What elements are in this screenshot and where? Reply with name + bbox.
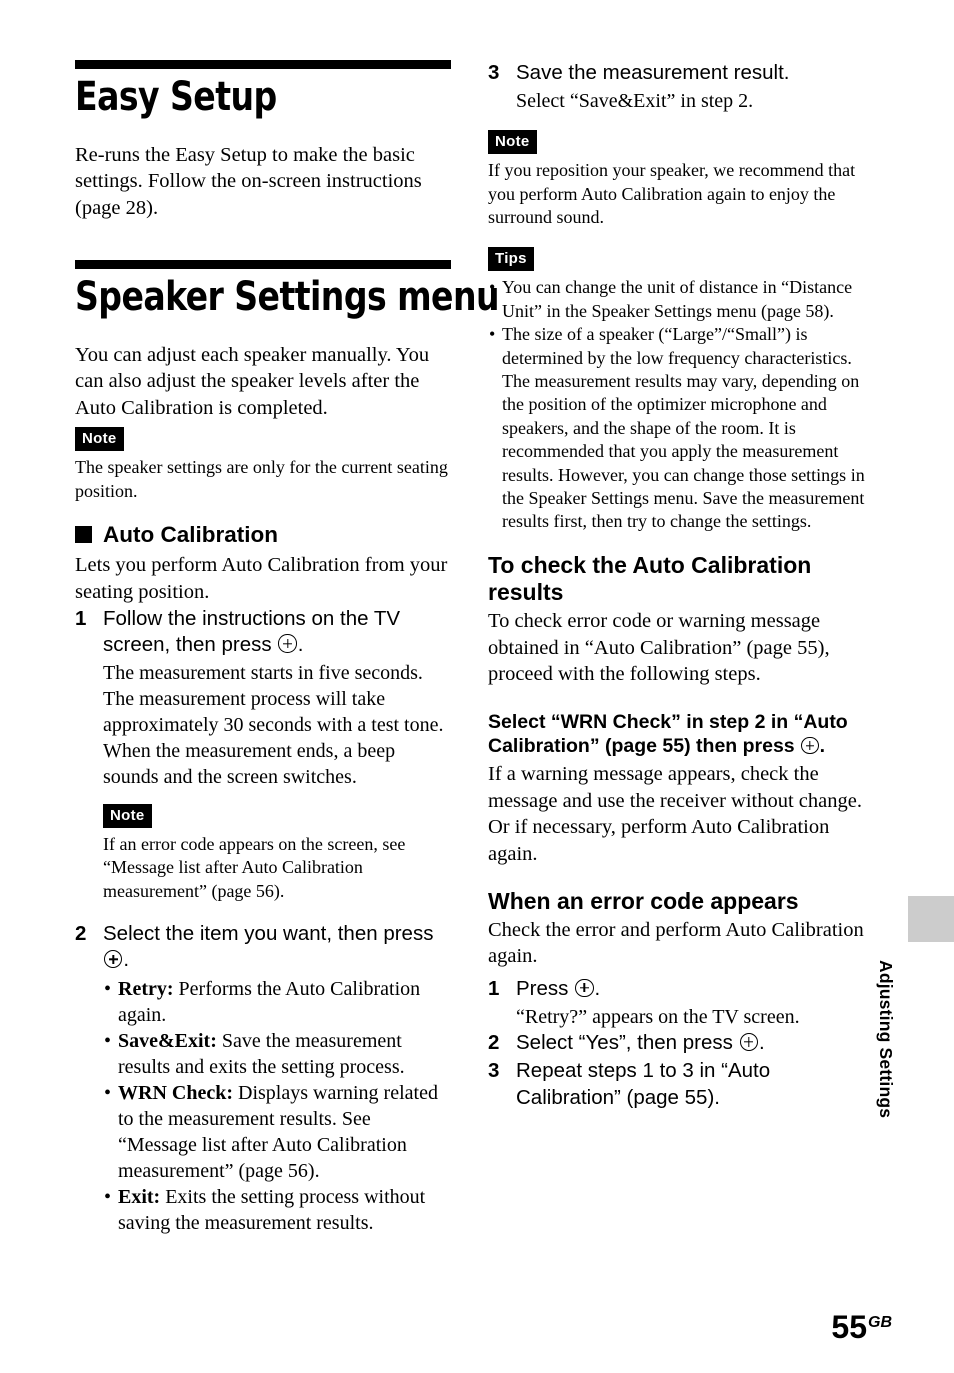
note-badge: Note [103,803,152,828]
heading-check-results: To check the Auto Calibration results [488,551,812,605]
option-term: Exit: [118,1185,161,1208]
page-number-value: 55 [831,1309,867,1345]
note-text: If you reposition your speaker, we recom… [488,160,856,228]
list-item: Exit: Exits the setting process without … [103,1184,451,1236]
step-number: 1 [488,976,500,1000]
note-text: If an error code appears on the screen, … [103,833,406,901]
note-text: The speaker settings are only for the cu… [75,457,448,501]
step-number: 2 [75,922,87,946]
section-rule-easy-setup [75,60,451,69]
list-item: Retry: Performs the Auto Calibration aga… [103,976,451,1028]
auto-calibration-intro: Lets you perform Auto Calibration from y… [75,554,448,603]
square-bullet-icon [75,526,92,544]
enter-button-icon [575,978,594,998]
list-item: You can change the unit of distance in “… [488,276,872,323]
enter-button-icon [739,1032,758,1052]
manual-page: Easy Setup Re-runs the Easy Setup to mak… [0,0,954,1373]
right-column: 3 Save the measurement result. Select “S… [488,60,872,1113]
subsection-auto-calibration: Auto Calibration [75,521,451,548]
step-number: 3 [488,1059,500,1083]
subsection-auto-calibration-label: Auto Calibration [103,522,278,548]
tips-block: Tips You can change the unit of distance… [488,247,872,533]
note-badge: Note [75,427,124,452]
page-title-speaker-settings: Speaker Settings menu [75,273,500,320]
step-item-1: 1 Follow the instructions on the TV scre… [75,606,451,658]
step-item-1: 1 Press . [488,976,872,1002]
option-description: Exits the setting process without saving… [118,1185,426,1234]
option-term: Save&Exit: [118,1029,217,1052]
heading-error-code-appears: When an error code appears [488,887,799,914]
enter-button-icon [278,634,297,653]
step-item-2: 2 Select the item you want, then press . [75,921,451,973]
list-item: Save&Exit: Save the measurement results … [103,1028,451,1080]
step-heading: Repeat steps 1 to 3 in “Auto Calibration… [516,1059,771,1109]
section-rule-speaker-settings [75,259,451,269]
step-number: 1 [75,606,87,630]
note-badge: Note [488,130,537,155]
option-term: WRN Check: [118,1081,233,1104]
page-number-region: GB [868,1314,892,1331]
error-code-body: Check the error and perform Auto Calibra… [488,918,864,968]
page-title-easy-setup: Easy Setup [75,74,277,120]
chapter-tab-label: Adjusting Settings [876,960,896,1119]
left-column: Easy Setup Re-runs the Easy Setup to mak… [75,60,500,1236]
speaker-settings-description: You can adjust each speaker manually. Yo… [75,343,430,419]
tips-list: You can change the unit of distance in “… [488,276,872,533]
list-item: WRN Check: Displays warning related to t… [103,1080,451,1184]
chapter-tab-marker [908,896,954,942]
enter-button-icon [104,950,123,969]
easy-setup-description: Re-runs the Easy Setup to make the basic… [75,143,422,220]
auto-calibration-option-list: Retry: Performs the Auto Calibration aga… [75,976,451,1236]
step-item-3: 3 Save the measurement result. [488,60,872,86]
step-1-body: The measurement starts in five seconds. … [103,661,444,788]
check-results-body: To check error code or warning message o… [488,609,830,686]
enter-button-icon [801,736,819,755]
step-heading: Select “Yes”, then press . [516,1031,765,1055]
step-heading: Select the item you want, then press . [103,922,434,972]
note-block-speaker-settings: Note The speaker settings are only for t… [75,427,451,503]
step-item-3: 3 Repeat steps 1 to 3 in “Auto Calibrati… [488,1058,872,1110]
tips-badge: Tips [488,247,534,272]
check-results-sub-body: If a warning message appears, check the … [488,763,862,865]
step-number: 3 [488,61,500,84]
note-block-reposition: Note If you reposition your speaker, we … [488,130,872,229]
step-item-2: 2 Select “Yes”, then press . [488,1030,872,1056]
step-3-body: Select “Save&Exit” in step 2. [516,90,754,113]
step-heading: Press . [516,976,601,1000]
page-number: 55GB [831,1311,892,1343]
list-item: The size of a speaker (“Large”/“Small”) … [488,323,872,534]
heading-select-wrn-check: Select “WRN Check” in step 2 in “Auto Ca… [488,710,848,758]
step-heading: Follow the instructions on the TV screen… [103,606,401,656]
option-term: Retry: [118,977,174,1000]
step-1-body: “Retry?” appears on the TV screen. [516,1006,800,1029]
step-number: 2 [488,1031,500,1055]
note-block-error-code: Note If an error code appears on the scr… [75,803,451,903]
step-heading: Save the measurement result. [516,61,790,84]
